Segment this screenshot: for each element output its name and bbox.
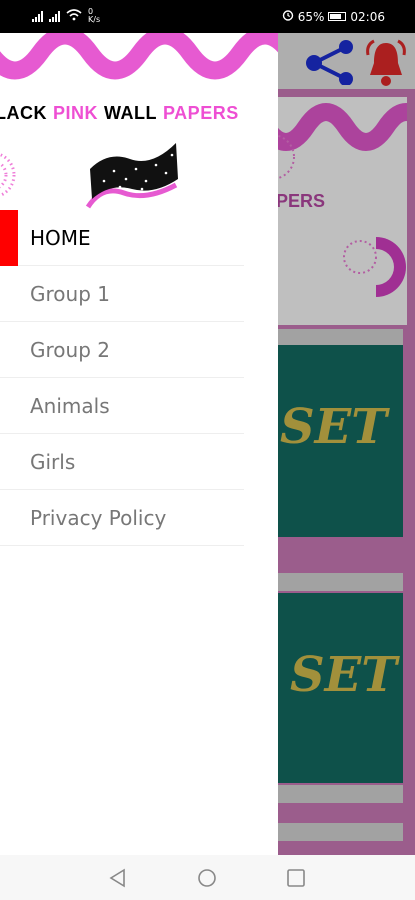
- battery-icon: [328, 12, 347, 21]
- recents-icon[interactable]: [286, 868, 306, 893]
- wifi-icon: [66, 8, 82, 24]
- menu-item-label: Animals: [30, 393, 110, 418]
- signal-icon: [49, 10, 60, 22]
- brand-word-3: WALL: [104, 103, 158, 123]
- menu-item-label: Group 2: [30, 337, 110, 362]
- dotted-circle-decoration: [0, 152, 16, 198]
- drawer-header-wave: [0, 33, 278, 80]
- drawer-menu: HOME Group 1 Group 2 Animals Girls Priva…: [0, 210, 244, 546]
- wave-flag-decoration: [85, 143, 178, 209]
- brand-word-1: LACK: [0, 103, 47, 123]
- menu-item-label: Privacy Policy: [30, 505, 167, 530]
- menu-item-home[interactable]: HOME: [0, 210, 244, 266]
- brand-word-2: PINK: [53, 103, 99, 123]
- menu-item-animals[interactable]: Animals: [0, 378, 244, 434]
- brand-word-4: PAPERS: [163, 103, 239, 123]
- alarm-icon: [282, 9, 294, 24]
- menu-item-label: Girls: [30, 449, 76, 474]
- active-indicator: [0, 210, 18, 266]
- system-navigation-bar: [0, 855, 415, 900]
- battery-percent: 65%: [297, 9, 325, 24]
- menu-item-group-2[interactable]: Group 2: [0, 322, 244, 378]
- navigation-drawer: LACK PINK WALL PAPERS HOME Group 1 Group 2 …: [0, 33, 278, 855]
- menu-item-group-1[interactable]: Group 1: [0, 266, 244, 322]
- app-brand-title: LACK PINK WALL PAPERS: [0, 103, 278, 124]
- menu-item-label: Group 1: [30, 281, 110, 306]
- status-right: 65% 02:06: [282, 9, 385, 24]
- data-rate: 0 K/s: [88, 7, 101, 24]
- status-left: 0 K/s: [32, 8, 100, 24]
- menu-item-girls[interactable]: Girls: [0, 434, 244, 490]
- menu-item-label: HOME: [30, 225, 91, 250]
- back-icon[interactable]: [108, 868, 128, 893]
- status-bar: 0 K/s 65% 02:06: [0, 0, 415, 33]
- signal-icon: [32, 10, 43, 22]
- menu-item-privacy-policy[interactable]: Privacy Policy: [0, 490, 244, 546]
- clock: 02:06: [350, 9, 385, 24]
- home-icon[interactable]: [197, 868, 217, 893]
